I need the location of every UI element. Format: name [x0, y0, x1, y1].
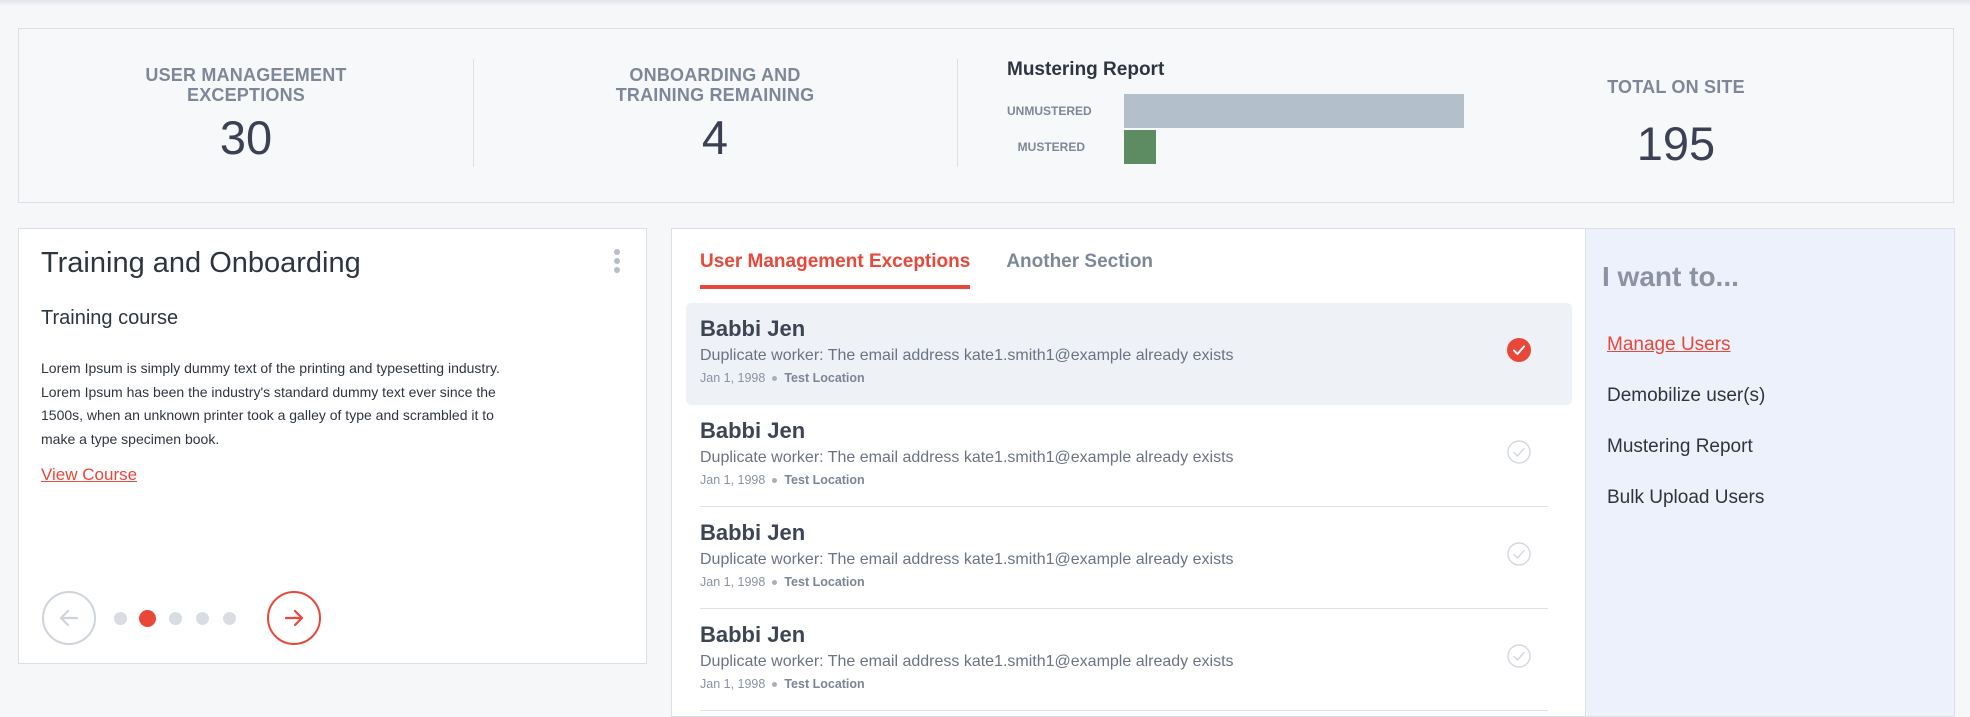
row-meta: Jan 1, 1998 Test Location: [700, 677, 865, 691]
exceptions-list: Babbi Jen Duplicate worker: The email add…: [686, 303, 1572, 711]
course-title: Training course: [41, 307, 179, 329]
top-shadow: [0, 0, 1970, 6]
row-location: Test Location: [784, 371, 865, 385]
more-options-icon[interactable]: [613, 249, 621, 275]
unmustered-row: UNMUSTERED: [1007, 93, 1464, 129]
training-card: Training and Onboarding Training course …: [18, 228, 647, 664]
pagination-dot[interactable]: [196, 611, 209, 625]
check-circle-icon[interactable]: [1507, 644, 1531, 668]
arrow-right-icon: [284, 609, 304, 627]
worker-name: Babbi Jen: [700, 622, 806, 647]
row-location: Test Location: [784, 575, 865, 589]
stat-label: TOTAL ON SITE: [1607, 77, 1745, 97]
view-course-link[interactable]: View Course: [41, 465, 137, 485]
tab-another-section[interactable]: Another Section: [1006, 251, 1153, 289]
stat-user-exceptions[interactable]: USER MANAGEEMENT EXCEPTIONS 30: [19, 29, 473, 204]
stat-label: USER MANAGEEMENT EXCEPTIONS: [19, 65, 473, 105]
divider: [957, 59, 958, 167]
tab-user-management-exceptions[interactable]: User Management Exceptions: [700, 251, 971, 289]
stat-value: 195: [1636, 117, 1716, 170]
card-title: Training and Onboarding: [41, 247, 361, 279]
course-description: Lorem Ipsum is simply dummy text of the …: [41, 360, 500, 447]
exceptions-panel: User Management Exceptions Another Secti…: [671, 228, 1586, 717]
mustered-row: MUSTERED: [1007, 129, 1457, 165]
row-date: Jan 1, 1998: [700, 575, 766, 589]
exception-description: Duplicate worker: The email address kate…: [700, 347, 1234, 364]
checked-icon[interactable]: [1507, 338, 1531, 362]
stat-onboarding[interactable]: ONBOARDING AND TRAINING REMAINING 4: [473, 29, 957, 204]
mustered-bar: [1124, 130, 1156, 164]
pagination-dot[interactable]: [169, 611, 182, 625]
row-location: Test Location: [784, 473, 865, 487]
row-meta: Jan 1, 1998 Test Location: [700, 473, 865, 487]
worker-name: Babbi Jen: [700, 418, 806, 443]
separator-dot: [772, 477, 778, 483]
pagination-dots: [114, 609, 250, 627]
action-demobilize-users[interactable]: Demobilize user(s): [1607, 385, 1765, 407]
row-divider: [700, 710, 1548, 711]
pagination-dot[interactable]: [139, 609, 156, 627]
unmustered-bar: [1124, 94, 1464, 128]
row-meta: Jan 1, 1998 Test Location: [700, 371, 865, 385]
mustering-report-title: Mustering Report: [1007, 59, 1165, 80]
i-want-to-panel: I want to... Manage Users Demobilize use…: [1585, 228, 1955, 717]
stat-label-line: TRAINING REMAINING: [615, 85, 815, 105]
row-date: Jan 1, 1998: [700, 473, 766, 487]
action-bulk-upload-users[interactable]: Bulk Upload Users: [1607, 487, 1764, 509]
check-circle-icon[interactable]: [1507, 440, 1531, 464]
row-date: Jan 1, 1998: [700, 677, 766, 691]
exception-row[interactable]: Babbi Jen Duplicate worker: The email add…: [686, 303, 1572, 405]
worker-name: Babbi Jen: [700, 316, 806, 341]
exception-description: Duplicate worker: The email address kate…: [700, 653, 1234, 670]
stat-label-line: USER MANAGEEMENT: [145, 65, 347, 85]
mustering-report[interactable]: Mustering Report UNMUSTERED MUSTERED: [1007, 59, 1464, 189]
action-manage-users[interactable]: Manage Users: [1607, 334, 1731, 356]
exception-row[interactable]: Babbi Jen Duplicate worker: The email add…: [686, 507, 1572, 609]
separator-dot: [772, 375, 778, 381]
bar-track: [1124, 130, 1464, 164]
pagination-dot[interactable]: [223, 611, 236, 625]
stat-label-line: EXCEPTIONS: [186, 85, 306, 105]
check-circle-icon[interactable]: [1507, 542, 1531, 566]
previous-button[interactable]: [42, 591, 96, 645]
separator-dot: [772, 681, 778, 687]
bar-label: MUSTERED: [1017, 140, 1085, 154]
exception-row[interactable]: Babbi Jen Duplicate worker: The email add…: [686, 405, 1572, 507]
separator-dot: [772, 579, 778, 585]
row-location: Test Location: [784, 677, 865, 691]
exception-description: Duplicate worker: The email address kate…: [700, 551, 1234, 568]
pagination-dot[interactable]: [114, 611, 127, 625]
stat-label: ONBOARDING AND TRAINING REMAINING: [473, 65, 957, 105]
exception-row[interactable]: Babbi Jen Duplicate worker: The email add…: [686, 609, 1572, 711]
panel-title: I want to...: [1602, 261, 1739, 292]
stat-value: 4: [701, 111, 729, 164]
stat-value: 30: [219, 111, 273, 164]
bar-label: UNMUSTERED: [1007, 104, 1092, 118]
worker-name: Babbi Jen: [700, 520, 806, 545]
arrow-left-icon: [59, 609, 79, 627]
exception-description: Duplicate worker: The email address kate…: [700, 449, 1234, 466]
row-date: Jan 1, 1998: [700, 371, 766, 385]
stats-bar: USER MANAGEEMENT EXCEPTIONS 30 ONBOARDIN…: [18, 28, 1954, 203]
stat-total-on-site[interactable]: TOTAL ON SITE 195: [1479, 29, 1873, 204]
tab-bar: User Management Exceptions Another Secti…: [700, 251, 1189, 291]
bar-track: [1124, 94, 1464, 128]
stat-label-line: ONBOARDING AND: [629, 65, 801, 85]
row-meta: Jan 1, 1998 Test Location: [700, 575, 865, 589]
next-button[interactable]: [267, 591, 321, 645]
action-mustering-report[interactable]: Mustering Report: [1607, 436, 1753, 458]
